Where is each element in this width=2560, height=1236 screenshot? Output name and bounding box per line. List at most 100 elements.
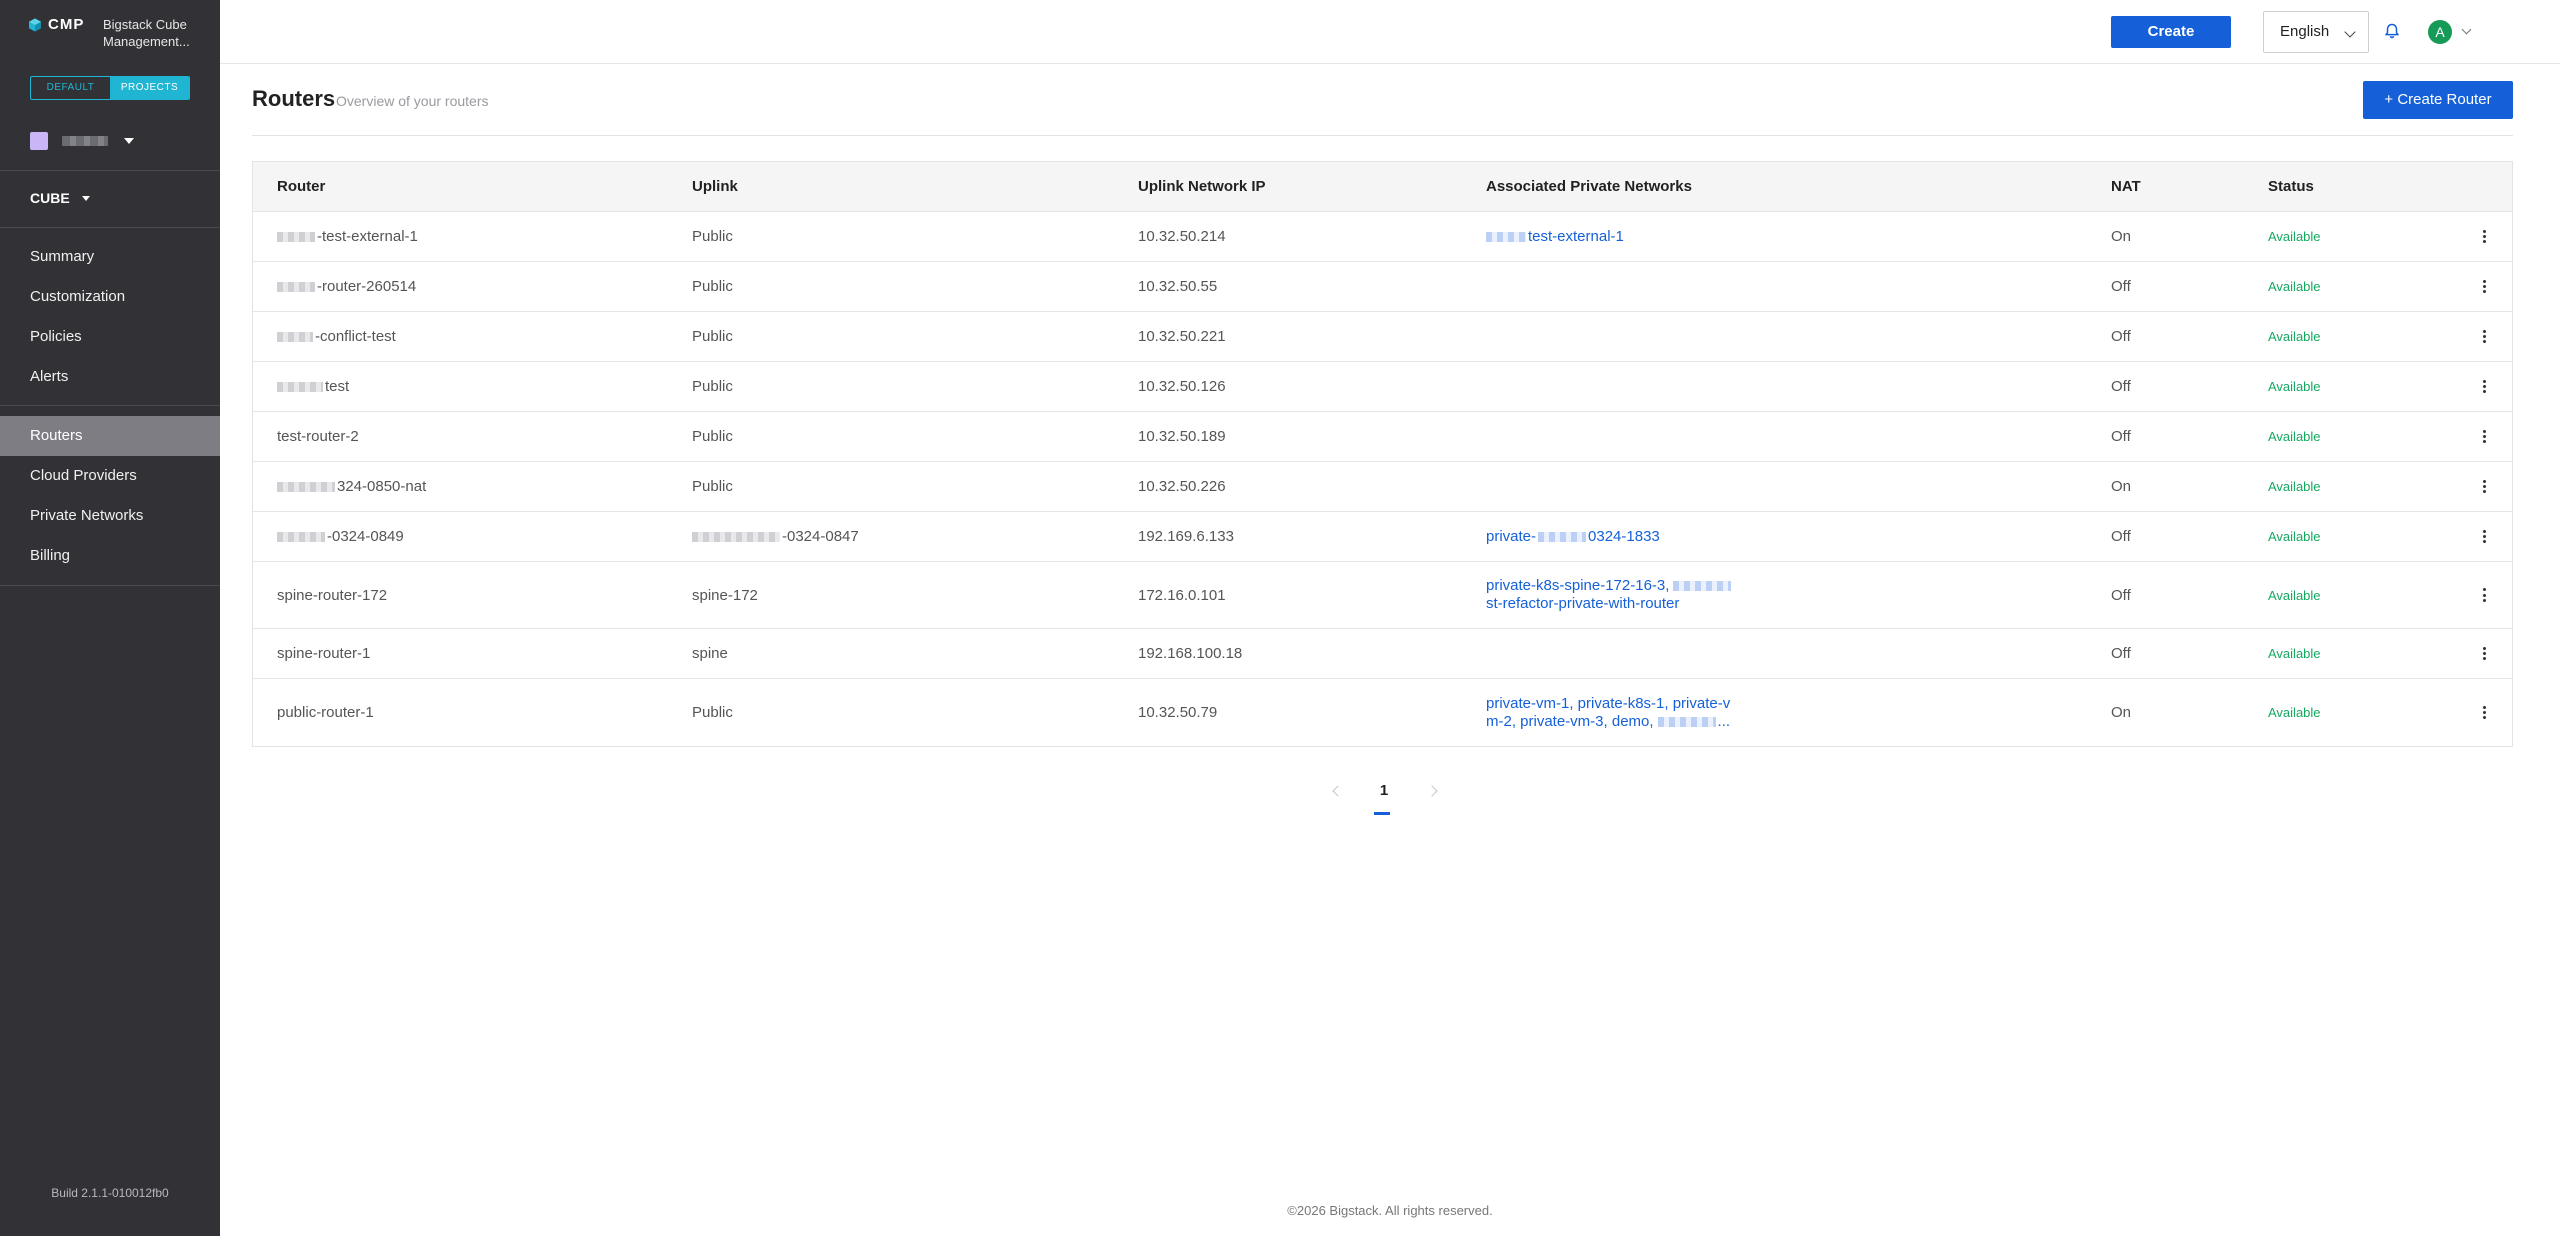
chevron-down-icon: [2344, 26, 2356, 38]
sidebar-item-customization[interactable]: Customization: [0, 277, 220, 317]
build-version: Build 2.1.1-010012fb0: [51, 1186, 169, 1200]
private-networks-cell[interactable]: test-external-1: [1486, 212, 1624, 261]
sidebar-item-policies[interactable]: Policies: [0, 317, 220, 357]
column-header-private-networks: Associated Private Networks: [1486, 178, 1692, 195]
private-networks-cell[interactable]: private-k8s-spine-172-16-3, st-refactor-…: [1486, 562, 1746, 628]
chevron-right-icon[interactable]: [1426, 785, 1438, 797]
row-actions-icon[interactable]: [2479, 362, 2489, 411]
create-router-button[interactable]: + Create Router: [2363, 81, 2513, 119]
router-name: -router-260514: [317, 278, 417, 295]
sidebar-item-alerts[interactable]: Alerts: [0, 357, 220, 397]
project-name-redacted: [62, 136, 108, 146]
table-header: Router Uplink Uplink Network IP Associat…: [253, 162, 2512, 212]
private-network-link-tail[interactable]: 0324-1833: [1588, 528, 1660, 545]
table-row[interactable]: -test-external-1 Public 10.32.50.214 tes…: [253, 212, 2512, 262]
user-avatar[interactable]: A: [2428, 20, 2452, 44]
private-network-link[interactable]: st-refactor-private-with-router: [1486, 595, 1746, 613]
create-button[interactable]: Create: [2111, 16, 2231, 48]
redacted-text: [692, 531, 780, 542]
column-header-uplink: Uplink: [692, 178, 738, 195]
nat-cell: Off: [2111, 586, 2131, 604]
uplink-ip-cell: 10.32.50.55: [1138, 278, 1218, 295]
router-name-cell: -conflict-test: [277, 312, 396, 361]
private-networks-cell[interactable]: private-vm-1, private-k8s-1, private-v m…: [1486, 679, 1746, 746]
column-header-nat: NAT: [2111, 178, 2141, 195]
switch-default-button[interactable]: DEFAULT: [31, 77, 110, 99]
uplink-ip-cell: 192.169.6.133: [1138, 528, 1234, 545]
nat-cell: Off: [2111, 378, 2131, 395]
status-badge: Available: [2268, 279, 2321, 294]
uplink-cell: Public: [692, 704, 733, 721]
uplink-ip-cell: 10.32.50.221: [1138, 328, 1226, 345]
table-row[interactable]: -0324-0849 -0324-0847 192.169.6.133 priv…: [253, 512, 2512, 562]
table-row[interactable]: test Public 10.32.50.126 Off Available: [253, 362, 2512, 412]
private-networks-cell[interactable]: private- 0324-1833: [1486, 512, 1660, 561]
nat-cell: On: [2111, 704, 2132, 721]
uplink-ip-cell: 10.32.50.126: [1138, 378, 1226, 395]
row-actions-icon[interactable]: [2479, 679, 2489, 746]
nat-cell: Off: [2111, 645, 2131, 662]
page-subtitle: Overview of your routers: [336, 93, 489, 109]
row-actions-icon[interactable]: [2479, 629, 2489, 678]
private-networks-list[interactable]: private-k8s-spine-172-16-3, st-refactor-…: [1486, 577, 1746, 613]
redacted-text: [277, 531, 325, 542]
table-row[interactable]: -router-260514 Public 10.32.50.55 Off Av…: [253, 262, 2512, 312]
header-divider: [252, 135, 2513, 136]
row-actions-icon[interactable]: [2479, 412, 2489, 461]
private-network-link[interactable]: private-k8s-spine-172-16-3,: [1486, 577, 1669, 594]
chevron-down-icon[interactable]: [2461, 24, 2472, 35]
router-name-cell: spine-router-172: [277, 586, 388, 604]
top-bar: Create English A: [220, 0, 2560, 64]
uplink-cell: Public: [692, 328, 733, 345]
project-selector[interactable]: [30, 132, 134, 150]
language-select[interactable]: English: [2263, 11, 2369, 53]
row-actions-icon[interactable]: [2479, 212, 2489, 261]
page-number-current[interactable]: 1: [1372, 782, 1396, 799]
private-network-link[interactable]: private-vm-1, private-k8s-1, private-v: [1486, 695, 1746, 713]
table-row[interactable]: spine-router-1 spine 192.168.100.18 Off …: [253, 629, 2512, 679]
table-row[interactable]: public-router-1 Public 10.32.50.79 priva…: [253, 679, 2512, 746]
region-selector[interactable]: CUBE: [30, 190, 90, 206]
sidebar-item-private-networks[interactable]: Private Networks: [0, 496, 220, 536]
redacted-text: [1538, 531, 1587, 542]
row-actions-icon[interactable]: [2479, 512, 2489, 561]
row-actions-icon[interactable]: [2479, 262, 2489, 311]
table-row[interactable]: spine-router-172 spine-172 172.16.0.101 …: [253, 562, 2512, 629]
switch-projects-button[interactable]: PROJECTS: [110, 77, 189, 99]
uplink-ip-cell: 192.168.100.18: [1138, 645, 1243, 662]
table-row[interactable]: -conflict-test Public 10.32.50.221 Off A…: [253, 312, 2512, 362]
sidebar-item-summary[interactable]: Summary: [0, 237, 220, 277]
chevron-left-icon[interactable]: [1332, 785, 1344, 797]
private-network-link[interactable]: test-external-1: [1528, 228, 1624, 245]
redacted-text: [1673, 581, 1732, 592]
table-row[interactable]: 324-0850-nat Public 10.32.50.226 On Avai…: [253, 462, 2512, 512]
router-name: test: [325, 378, 350, 395]
table-row[interactable]: test-router-2 Public 10.32.50.189 Off Av…: [253, 412, 2512, 462]
brand[interactable]: CMP: [28, 16, 84, 33]
cube-logo-icon: [29, 18, 41, 31]
nat-cell: Off: [2111, 278, 2131, 295]
private-network-link[interactable]: private-: [1486, 528, 1536, 545]
status-badge: Available: [2268, 479, 2321, 494]
row-actions-icon[interactable]: [2479, 312, 2489, 361]
router-name-cell: -router-260514: [277, 262, 416, 311]
row-actions-icon[interactable]: [2479, 462, 2489, 511]
router-name: -test-external-1: [317, 228, 418, 245]
sidebar-item-routers[interactable]: Routers: [0, 416, 220, 456]
current-page-indicator: [1374, 812, 1390, 815]
router-name-cell: 324-0850-nat: [277, 462, 426, 511]
private-networks-list[interactable]: private-vm-1, private-k8s-1, private-v m…: [1486, 695, 1746, 731]
caret-down-icon: [124, 138, 134, 144]
private-network-link[interactable]: m-2, private-vm-3, demo,: [1486, 713, 1654, 730]
router-name: -conflict-test: [315, 328, 396, 345]
sidebar-item-cloud-providers[interactable]: Cloud Providers: [0, 456, 220, 496]
uplink-cell: spine: [692, 645, 728, 662]
footer-copyright: ©2026 Bigstack. All rights reserved.: [1287, 1203, 1493, 1218]
router-name-cell: test: [277, 362, 349, 411]
sidebar-divider: [0, 585, 220, 586]
row-actions-icon[interactable]: [2479, 562, 2489, 628]
bell-icon[interactable]: [2383, 22, 2401, 40]
project-color-swatch: [30, 132, 48, 150]
sidebar-divider: [0, 405, 220, 406]
sidebar-item-billing[interactable]: Billing: [0, 536, 220, 576]
